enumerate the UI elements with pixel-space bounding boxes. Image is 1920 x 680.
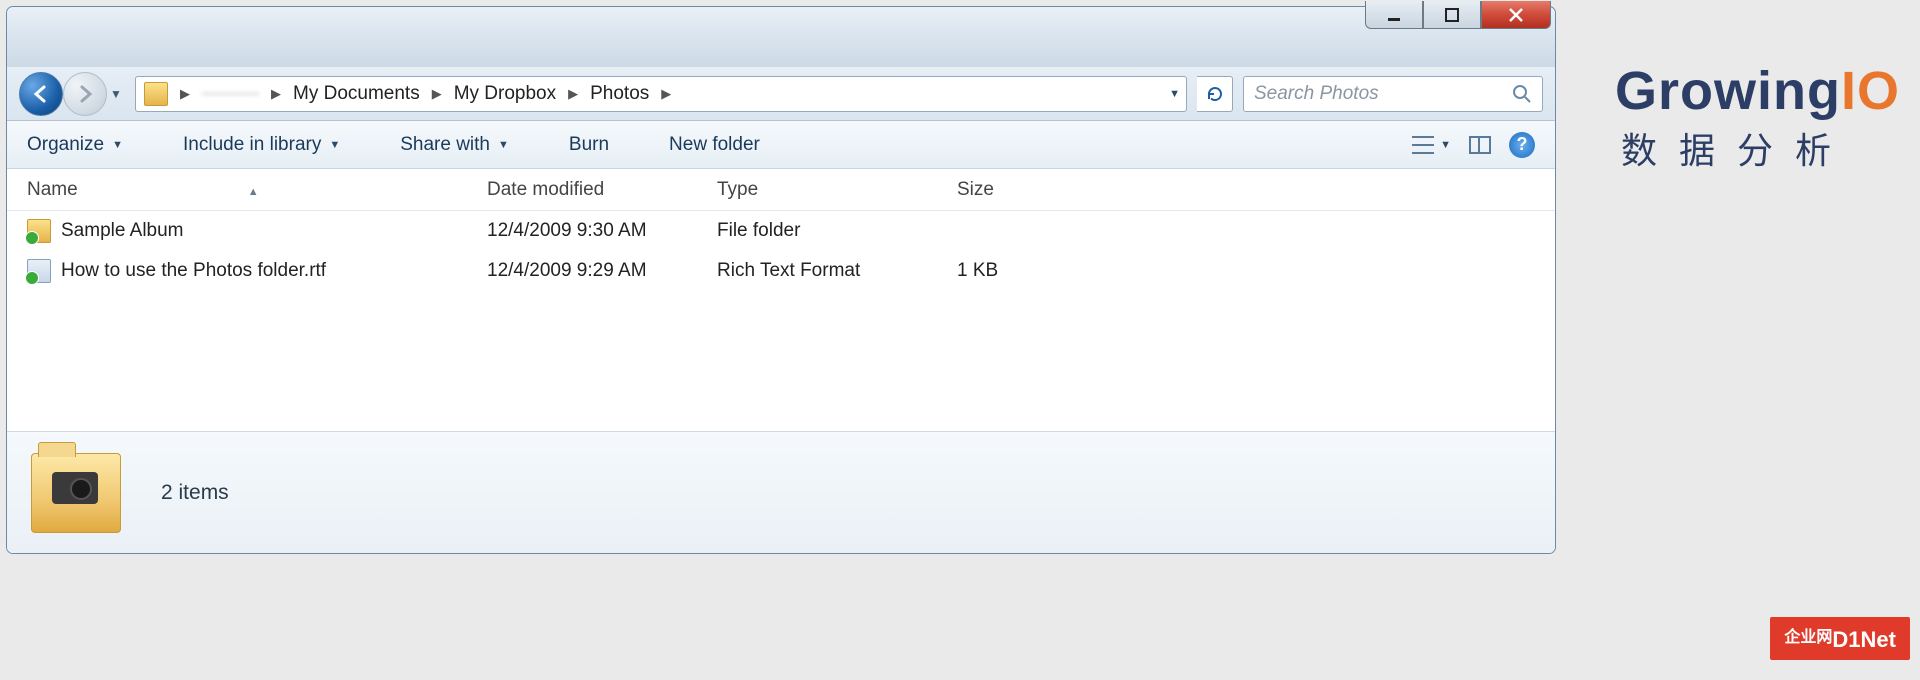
rtf-file-sync-icon [27,259,51,283]
forward-button[interactable] [63,72,107,116]
newfolder-label: New folder [669,134,760,156]
organize-label: Organize [27,134,104,156]
column-type[interactable]: Type [717,179,957,201]
command-toolbar: Organize ▼ Include in library ▼ Share with… [7,121,1555,169]
column-name-label: Name [27,179,78,200]
chevron-down-icon: ▼ [112,139,123,151]
address-dropdown[interactable]: ▼ [1169,88,1180,100]
help-icon: ? [1517,134,1528,155]
details-pane: 2 items [7,431,1555,553]
search-box[interactable]: Search Photos [1243,76,1543,112]
folder-sync-icon [27,219,51,243]
column-date[interactable]: Date modified [487,179,717,201]
watermark-brand-text: Growing [1615,61,1841,121]
share-label: Share with [400,134,490,156]
watermark-corner-cn: 企业网 [1784,629,1832,646]
watermark-subtitle: 数据分析 [1615,122,1900,174]
watermark-d1net: 企业网D1Net [1770,617,1910,660]
maximize-button[interactable] [1423,1,1481,29]
watermark-brand-accent: IO [1841,61,1900,121]
chevron-right-icon: ▶ [558,86,588,102]
folder-icon [144,82,168,106]
window-controls [1365,1,1551,29]
help-button[interactable]: ? [1509,132,1535,158]
new-folder-button[interactable]: New folder [669,134,760,156]
organize-menu[interactable]: Organize ▼ [27,134,123,156]
nav-buttons: ▼ [19,72,125,116]
search-placeholder: Search Photos [1254,83,1379,105]
burn-label: Burn [569,134,609,156]
burn-button[interactable]: Burn [569,134,609,156]
chevron-down-icon: ▼ [329,139,340,151]
breadcrumb-item[interactable]: My Dropbox [452,83,558,105]
close-icon [1508,7,1524,23]
column-size[interactable]: Size [957,179,1107,201]
chevron-down-icon: ▼ [498,139,509,151]
file-row[interactable]: How to use the Photos folder.rtf 12/4/20… [7,251,1555,291]
close-button[interactable] [1481,1,1551,29]
breadcrumb-item[interactable]: Photos [588,83,651,105]
chevron-down-icon: ▼ [1440,139,1451,151]
watermark-corner-en: D1Net [1832,627,1896,652]
file-date: 12/4/2009 9:30 AM [487,220,717,242]
camera-icon [52,472,98,504]
chevron-right-icon: ▶ [170,86,200,102]
column-name[interactable]: Name▲ [27,179,487,201]
breadcrumb-root[interactable]: ——— [200,83,261,105]
file-name: How to use the Photos folder.rtf [61,260,326,282]
minimize-icon [1387,8,1401,22]
explorer-window: ▼ ▶ ——— ▶ My Documents ▶ My Dropbox ▶ Ph… [6,6,1556,554]
file-list: Name▲ Date modified Type Size Sample Alb… [7,169,1555,431]
navigation-row: ▼ ▶ ——— ▶ My Documents ▶ My Dropbox ▶ Ph… [7,67,1555,121]
view-options-button[interactable]: ▼ [1412,136,1451,154]
sort-indicator-icon: ▲ [78,186,259,198]
arrow-left-icon [31,84,51,104]
column-headers: Name▲ Date modified Type Size [7,169,1555,211]
chevron-right-icon: ▶ [261,86,291,102]
nav-history-dropdown[interactable]: ▼ [107,72,125,116]
include-label: Include in library [183,134,321,156]
chevron-right-icon: ▶ [651,86,681,102]
file-size: 1 KB [957,260,1107,282]
folder-large-icon [31,453,121,533]
refresh-icon [1206,85,1224,103]
file-row[interactable]: Sample Album 12/4/2009 9:30 AM File fold… [7,211,1555,251]
maximize-icon [1445,8,1459,22]
file-name: Sample Album [61,220,184,242]
address-bar[interactable]: ▶ ——— ▶ My Documents ▶ My Dropbox ▶ Phot… [135,76,1187,112]
minimize-button[interactable] [1365,1,1423,29]
window-titlebar [7,7,1555,67]
file-type: Rich Text Format [717,260,957,282]
item-count: 2 items [161,481,229,505]
breadcrumb-item[interactable]: My Documents [291,83,422,105]
list-view-icon [1412,136,1434,154]
share-with-menu[interactable]: Share with ▼ [400,134,509,156]
arrow-right-icon [75,84,95,104]
include-library-menu[interactable]: Include in library ▼ [183,134,340,156]
watermark-growingio: GrowingIO 数据分析 [1615,60,1900,174]
file-date: 12/4/2009 9:29 AM [487,260,717,282]
preview-pane-button[interactable] [1469,136,1491,154]
chevron-right-icon: ▶ [422,86,452,102]
search-icon [1512,84,1532,104]
back-button[interactable] [19,72,63,116]
refresh-button[interactable] [1197,76,1233,112]
file-type: File folder [717,220,957,242]
